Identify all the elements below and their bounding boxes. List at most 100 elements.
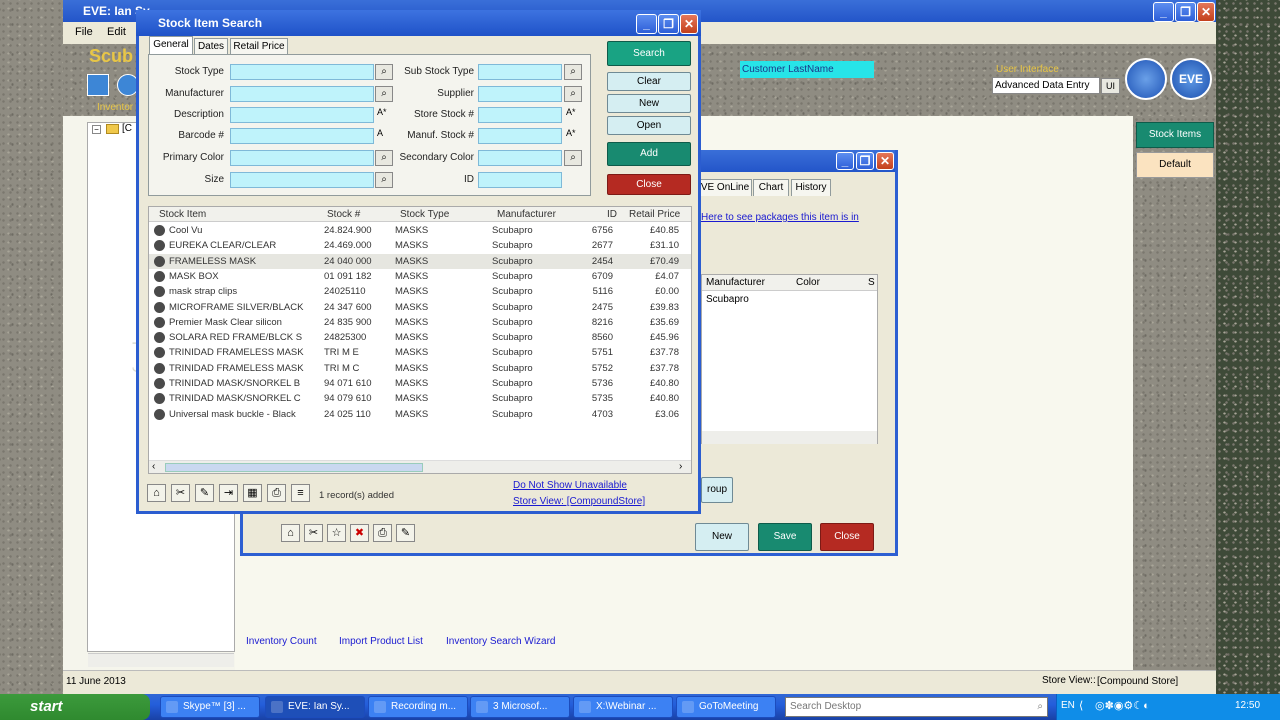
table-row[interactable]: Cool Vu 24.824.900 MASKS Scubapro 6756 £40.85 [149, 223, 691, 238]
col-retail-price[interactable]: Retail Price [629, 207, 680, 222]
table-row[interactable]: Premier Mask Clear silicon 24 835 900 MASK… [149, 315, 691, 330]
print-icon[interactable]: ⎙ [267, 484, 286, 502]
menu-edit[interactable]: Edit [107, 26, 126, 38]
do-not-show-unavailable-link[interactable]: Do Not Show Unavailable [513, 480, 627, 491]
edit-home-icon[interactable]: ⌂ [281, 524, 300, 542]
desktop-search-input[interactable]: Search Desktop ⌕ [785, 697, 1048, 717]
restore-icon[interactable]: ❐ [1175, 2, 1196, 22]
table-row[interactable]: MICROFRAME SILVER/BLACK 24 347 600 MASKS Sc… [149, 300, 691, 315]
clear-button[interactable]: Clear [607, 72, 691, 91]
search-button[interactable]: Search [607, 41, 691, 66]
edit-tools-icon[interactable]: ✂ [304, 524, 323, 542]
edit-packages-grid[interactable]: Manufacturer Color S Scubapro [701, 274, 878, 444]
dialog-close-icon[interactable]: ✕ [680, 14, 698, 34]
edit-close-icon[interactable]: ✕ [876, 152, 894, 170]
supplier-field[interactable] [478, 86, 562, 102]
edit-grid-scrollbar[interactable] [702, 431, 877, 444]
size-field[interactable] [230, 172, 374, 188]
grid-icon[interactable]: ▦ [243, 484, 262, 502]
user-interface-select[interactable]: Advanced Data Entry [992, 77, 1100, 94]
edit-restore-icon[interactable]: ❐ [856, 152, 874, 170]
new-button[interactable]: New [607, 94, 691, 113]
inventory-count-link[interactable]: Inventory Count [246, 636, 317, 647]
dialog-minimize-icon[interactable]: _ [636, 14, 657, 34]
table-row[interactable]: TRINIDAD MASK/SNORKEL C 94 079 610 MASKS Sc… [149, 391, 691, 406]
home-icon[interactable] [87, 74, 109, 96]
search-icon[interactable]: ⌕ [1037, 698, 1043, 716]
open-button[interactable]: Open [607, 116, 691, 135]
taskbar-item[interactable]: X:\Webinar ... [573, 696, 673, 718]
dialog-restore-icon[interactable]: ❐ [658, 14, 679, 34]
table-row[interactable]: SOLARA RED FRAME/BLCK S 24825300 MASKS Scub… [149, 330, 691, 345]
default-button[interactable]: Default [1136, 152, 1214, 178]
tree-expander-icon[interactable]: − [92, 125, 101, 134]
supplier-lookup-icon[interactable]: ⌕ [564, 86, 582, 102]
tab-dates[interactable]: Dates [194, 38, 228, 55]
minimize-icon[interactable]: _ [1153, 2, 1174, 22]
packages-link[interactable]: Here to see packages this item is in [701, 212, 859, 223]
tools-icon[interactable]: ✂ [171, 484, 190, 502]
taskbar-item[interactable]: GoToMeeting [676, 696, 776, 718]
tray-back-icon[interactable]: ⟨ [1079, 699, 1083, 712]
taskbar-item[interactable]: Recording m... [368, 696, 468, 718]
edit-new-button[interactable]: New [695, 523, 749, 551]
col-stock-item[interactable]: Stock Item [159, 207, 206, 222]
results-grid[interactable]: Stock Item Stock # Stock Type Manufactur… [148, 206, 692, 474]
menu-file[interactable]: File [75, 26, 93, 38]
table-row[interactable]: Universal mask buckle - Black 24 025 110 M… [149, 407, 691, 422]
edit-delete-icon[interactable]: ✖ [350, 524, 369, 542]
taskbar-item[interactable]: 3 Microsof... [470, 696, 570, 718]
store-view-link[interactable]: Store View: [CompoundStore] [513, 496, 645, 507]
store-stock-field[interactable] [478, 107, 562, 123]
grid-horizontal-scrollbar[interactable]: ‹ › [149, 460, 691, 473]
tab-history[interactable]: History [791, 179, 831, 196]
inventory-tab[interactable]: Inventor [97, 102, 133, 113]
list-icon[interactable]: ≡ [291, 484, 310, 502]
table-row[interactable]: TRINIDAD FRAMELESS MASK TRI M E MASKS Scuba… [149, 345, 691, 360]
edit-save-button[interactable]: Save [758, 523, 812, 551]
table-row[interactable]: TRINIDAD MASK/SNORKEL B 94 071 610 MASKS Sc… [149, 376, 691, 391]
edit-star-icon[interactable]: ☆ [327, 524, 346, 542]
edit-print-icon[interactable]: ⎙ [373, 524, 392, 542]
tray-app-icons[interactable]: ◎✽◉⚙☾◐ [1095, 699, 1150, 712]
close-icon[interactable]: ✕ [1197, 2, 1215, 22]
edit-close-button[interactable]: Close [820, 523, 874, 551]
scroll-thumb[interactable] [165, 463, 423, 472]
table-row[interactable]: FRAMELESS MASK 24 040 000 MASKS Scubapro 245… [149, 253, 691, 269]
tab-eve-online[interactable]: VE OnLine [698, 179, 752, 196]
edit-doc-icon[interactable]: ✎ [195, 484, 214, 502]
home-icon[interactable]: ⌂ [147, 484, 166, 502]
tree-horizontal-scrollbar[interactable] [88, 653, 234, 667]
table-row[interactable]: mask strap clips 24025110 MASKS Scubapro 511… [149, 284, 691, 299]
col-s[interactable]: S [868, 275, 875, 291]
stock-type-field[interactable] [230, 64, 374, 80]
close-button[interactable]: Close [607, 174, 691, 195]
add-button[interactable]: Add [607, 142, 691, 166]
table-row[interactable]: MASK BOX 01 091 182 MASKS Scubapro 6709 £4.07 [149, 269, 691, 284]
inventory-search-wizard-link[interactable]: Inventory Search Wizard [446, 636, 556, 647]
start-button[interactable]: start [0, 694, 150, 720]
edit-note-icon[interactable]: ✎ [396, 524, 415, 542]
store-stock-match-mode[interactable]: A* [566, 107, 576, 117]
col-stock-type[interactable]: Stock Type [400, 207, 449, 222]
tab-general[interactable]: General [149, 36, 193, 55]
description-field[interactable] [230, 107, 374, 123]
scroll-right-icon[interactable]: › [679, 461, 682, 472]
customer-lastname-field[interactable]: Customer LastName [740, 61, 874, 78]
col-stock-number[interactable]: Stock # [327, 207, 360, 222]
barcode-field[interactable] [230, 128, 374, 144]
sub-stock-type-field[interactable] [478, 64, 562, 80]
taskbar-item[interactable]: EVE: Ian Sy... [265, 696, 365, 718]
table-row[interactable]: TRINIDAD FRAMELESS MASK TRI M C MASKS Scuba… [149, 361, 691, 376]
import-product-list-link[interactable]: Import Product List [339, 636, 423, 647]
stock-items-button[interactable]: Stock Items [1136, 122, 1214, 148]
manuf-stock-match-mode[interactable]: A* [566, 128, 576, 138]
col-id[interactable]: ID [607, 207, 617, 222]
manufacturer-field[interactable] [230, 86, 374, 102]
language-indicator[interactable]: EN [1061, 700, 1075, 711]
ui-button[interactable]: UI [1101, 78, 1120, 94]
table-row[interactable]: EUREKA CLEAR/CLEAR 24.469.000 MASKS Scubapr… [149, 238, 691, 253]
col-manufacturer[interactable]: Manufacturer [497, 207, 556, 222]
tab-chart[interactable]: Chart [753, 179, 789, 196]
col-manufacturer[interactable]: Manufacturer [706, 275, 765, 291]
